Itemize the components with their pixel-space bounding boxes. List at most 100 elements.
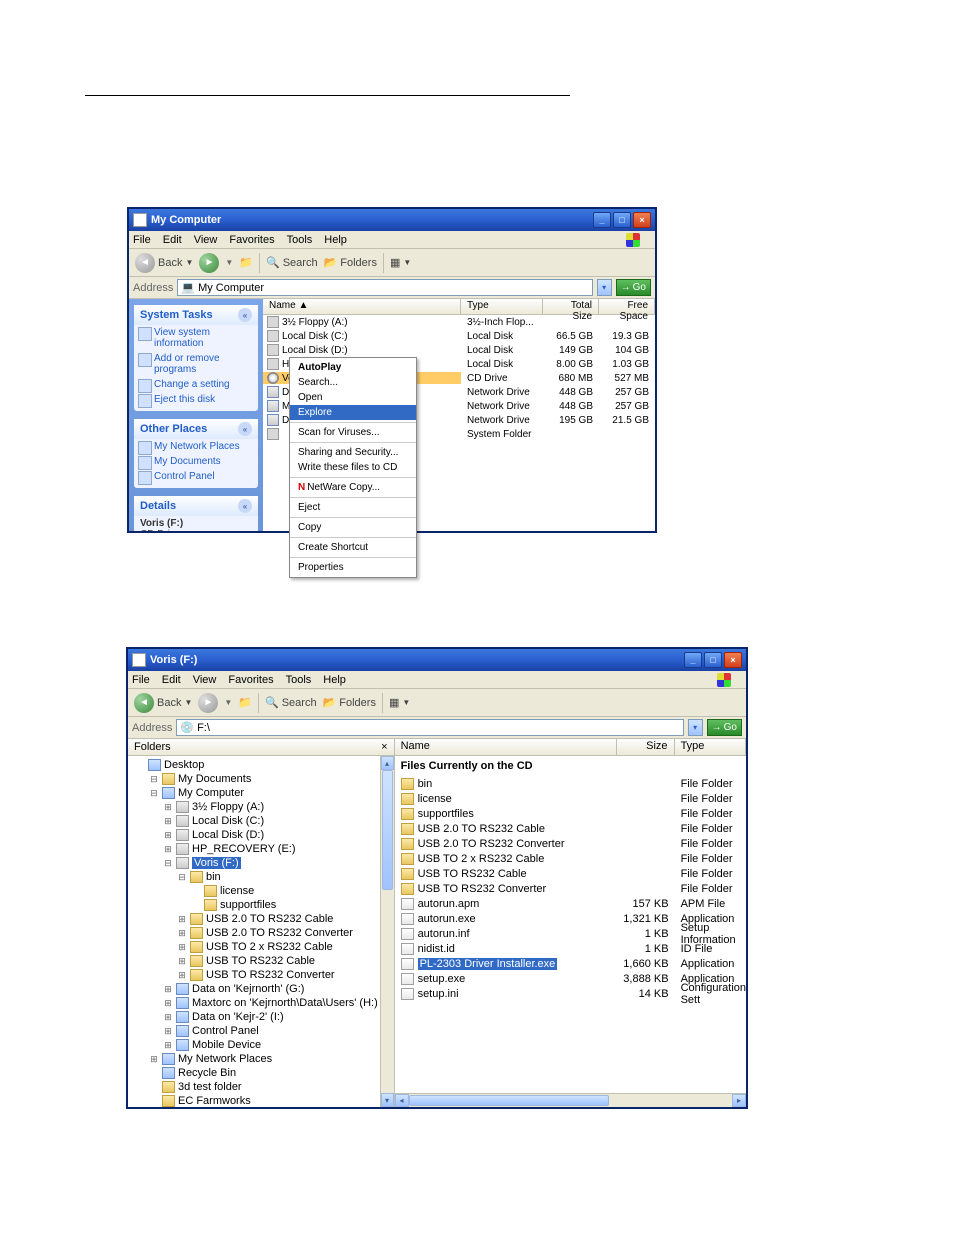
horizontal-scrollbar[interactable]: ◂ ▸ — [395, 1093, 746, 1107]
scroll-up-arrow[interactable]: ▴ — [381, 756, 394, 770]
tree-node[interactable]: HP_RECOVERY (E:) — [132, 842, 394, 856]
menu-file[interactable]: File — [132, 674, 150, 686]
task-view-sys-info[interactable]: View system information — [134, 325, 258, 351]
file-row[interactable]: USB 2.0 TO RS232 CableFile Folder — [395, 821, 746, 836]
tree-node[interactable]: Local Disk (D:) — [132, 828, 394, 842]
chevron-up-icon[interactable]: « — [238, 308, 252, 322]
tree-node[interactable]: Recycle Bin — [132, 1066, 394, 1080]
titlebar[interactable]: Voris (F:) _ □ × — [128, 649, 746, 671]
file-row[interactable]: binFile Folder — [395, 776, 746, 791]
close-pane-button[interactable]: × — [381, 741, 387, 753]
col-name[interactable]: Name ▲ — [263, 299, 461, 314]
forward-button[interactable]: ► — [199, 253, 219, 273]
views-button[interactable]: ▦▼ — [389, 696, 410, 709]
col-free-space[interactable]: Free Space — [599, 299, 655, 314]
folders-button[interactable]: 📂Folders — [324, 256, 377, 269]
scroll-left-arrow[interactable]: ◂ — [395, 1094, 409, 1107]
expand-icon[interactable] — [163, 983, 173, 995]
menu-view[interactable]: View — [194, 234, 218, 246]
address-field[interactable]: 💿F:\ — [176, 719, 683, 736]
menu-item-write-these-files-to-cd[interactable]: Write these files to CD — [290, 460, 416, 475]
expand-icon[interactable] — [177, 969, 187, 981]
up-button[interactable]: 📁 — [238, 696, 252, 709]
maximize-button[interactable]: □ — [613, 212, 631, 228]
expand-icon[interactable] — [163, 997, 173, 1009]
drive-row[interactable]: Local Disk (D:)Local Disk149 GB104 GB — [263, 343, 655, 357]
link-control-panel[interactable]: Control Panel — [134, 469, 258, 484]
tree-node[interactable]: Local Disk (C:) — [132, 814, 394, 828]
tree-node[interactable]: My Network Places — [132, 1052, 394, 1066]
drive-row[interactable]: 3½ Floppy (A:)3½-Inch Flop... — [263, 315, 655, 329]
collapse-icon[interactable] — [163, 857, 173, 869]
address-dropdown[interactable]: ▾ — [597, 279, 612, 296]
tree-node[interactable]: My Computer — [132, 786, 394, 800]
file-row[interactable]: licenseFile Folder — [395, 791, 746, 806]
tree-node[interactable]: USB 2.0 TO RS232 Converter — [132, 926, 394, 940]
expand-icon[interactable] — [163, 1039, 173, 1051]
menu-favorites[interactable]: Favorites — [229, 234, 274, 246]
file-row[interactable]: setup.ini14 KBConfiguration Sett — [395, 986, 746, 1001]
link-my-documents[interactable]: My Documents — [134, 454, 258, 469]
menu-item-sharing-and-security[interactable]: Sharing and Security... — [290, 445, 416, 460]
menu-item-properties[interactable]: Properties — [290, 560, 416, 575]
minimize-button[interactable]: _ — [593, 212, 611, 228]
menu-item-open[interactable]: Open — [290, 390, 416, 405]
back-button[interactable]: ◄Back▼ — [134, 693, 192, 713]
col-type[interactable]: Type — [675, 739, 746, 755]
expand-icon[interactable] — [163, 1011, 173, 1023]
menu-tools[interactable]: Tools — [286, 674, 312, 686]
file-row[interactable]: USB TO RS232 ConverterFile Folder — [395, 881, 746, 896]
file-row[interactable]: autorun.apm157 KBAPM File — [395, 896, 746, 911]
file-row[interactable]: supportfilesFile Folder — [395, 806, 746, 821]
expand-icon[interactable] — [177, 941, 187, 953]
menu-item-eject[interactable]: Eject — [290, 500, 416, 515]
views-button[interactable]: ▦▼ — [390, 256, 411, 269]
menu-file[interactable]: File — [133, 234, 151, 246]
tree-node[interactable]: license — [132, 884, 394, 898]
tree-node[interactable]: USB TO 2 x RS232 Cable — [132, 940, 394, 954]
collapse-icon[interactable] — [149, 787, 159, 799]
expand-icon[interactable] — [177, 913, 187, 925]
menu-tools[interactable]: Tools — [287, 234, 313, 246]
menu-item-autoplay[interactable]: AutoPlay — [290, 360, 416, 375]
file-row[interactable]: USB TO RS232 CableFile Folder — [395, 866, 746, 881]
close-button[interactable]: × — [633, 212, 651, 228]
menu-item-search[interactable]: Search... — [290, 375, 416, 390]
expand-icon[interactable] — [163, 815, 173, 827]
collapse-icon[interactable] — [149, 773, 159, 785]
tree-node[interactable]: Data on 'Kejr-2' (I:) — [132, 1010, 394, 1024]
menu-help[interactable]: Help — [324, 234, 347, 246]
address-field[interactable]: 💻My Computer — [177, 279, 592, 296]
task-change-setting[interactable]: Change a setting — [134, 377, 258, 392]
search-button[interactable]: 🔍Search — [266, 256, 318, 269]
menu-edit[interactable]: Edit — [163, 234, 182, 246]
menu-item-create-shortcut[interactable]: Create Shortcut — [290, 540, 416, 555]
menu-view[interactable]: View — [193, 674, 217, 686]
up-button[interactable]: 📁 — [239, 256, 253, 269]
go-button[interactable]: Go — [616, 279, 651, 296]
tree-node[interactable]: Voris (F:) — [132, 856, 394, 870]
chevron-up-icon[interactable]: « — [238, 499, 252, 513]
file-row[interactable]: nidist.id1 KBID File — [395, 941, 746, 956]
scroll-down-arrow[interactable]: ▾ — [381, 1093, 394, 1107]
tree-node[interactable]: 3d test folder — [132, 1080, 394, 1094]
task-eject-disk[interactable]: Eject this disk — [134, 392, 258, 407]
file-row[interactable]: USB TO 2 x RS232 CableFile Folder — [395, 851, 746, 866]
vertical-scrollbar[interactable]: ▴ ▾ — [380, 756, 394, 1107]
expand-icon[interactable] — [163, 829, 173, 841]
minimize-button[interactable]: _ — [684, 652, 702, 668]
expand-icon[interactable] — [163, 801, 173, 813]
scroll-thumb[interactable] — [409, 1095, 609, 1106]
link-network-places[interactable]: My Network Places — [134, 439, 258, 454]
back-button[interactable]: ◄Back▼ — [135, 253, 193, 273]
col-type[interactable]: Type — [461, 299, 543, 314]
expand-icon[interactable] — [177, 955, 187, 967]
address-dropdown[interactable]: ▾ — [688, 719, 703, 736]
tree-node[interactable]: Mobile Device — [132, 1038, 394, 1052]
maximize-button[interactable]: □ — [704, 652, 722, 668]
tree-node[interactable]: EC Farmworks — [132, 1094, 394, 1107]
file-row[interactable]: PL-2303 Driver Installer.exe1,660 KBAppl… — [395, 956, 746, 971]
go-button[interactable]: Go — [707, 719, 742, 736]
tree-node[interactable]: Control Panel — [132, 1024, 394, 1038]
menu-item-copy[interactable]: Copy — [290, 520, 416, 535]
